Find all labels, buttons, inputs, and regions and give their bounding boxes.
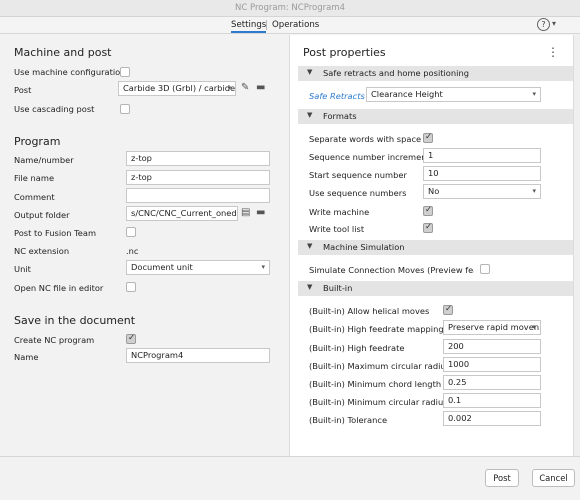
post-select[interactable]: Carbide 3D (Grbl) / carbide ▾ [118, 81, 236, 96]
sequence-increment-input[interactable]: 1 [423, 148, 541, 163]
section-title: Built-in [323, 283, 353, 293]
create-nc-program-label: Create NC program [14, 335, 95, 345]
tolerance-input[interactable]: 0.002 [443, 411, 541, 426]
create-nc-program-checkbox[interactable] [126, 333, 136, 344]
file-name-input[interactable]: z-top [126, 170, 270, 185]
start-sequence-label: Start sequence number [309, 170, 407, 180]
help-icon[interactable]: ? [537, 18, 550, 31]
safe-retracts-label: Safe Retracts [309, 91, 365, 101]
write-machine-checkbox[interactable] [423, 205, 433, 216]
output-folder-label: Output folder [14, 210, 70, 220]
machine-post-heading: Machine and post [14, 46, 112, 59]
footer: Post Cancel [0, 456, 580, 500]
use-sequence-value: No [428, 186, 440, 196]
post-properties-heading: Post properties [303, 46, 386, 59]
use-sequence-label: Use sequence numbers [309, 188, 407, 198]
helical-moves-checkbox[interactable] [443, 304, 453, 315]
collapse-triangle-icon: ▼ [307, 68, 313, 76]
section-title: Safe retracts and home positioning [323, 68, 469, 78]
window-title: NC Program: NCProgram4 [235, 3, 345, 13]
file-name-label: File name [14, 173, 55, 183]
section-title: Machine Simulation [323, 242, 405, 252]
use-cascading-post-checkbox[interactable] [120, 104, 130, 114]
tab-settings[interactable]: Settings [231, 20, 267, 33]
safe-retracts-select[interactable]: Clearance Height ▾ [366, 87, 541, 102]
program-name-input[interactable]: NCProgram4 [126, 348, 270, 363]
chevron-down-icon: ▾ [261, 263, 265, 271]
name-number-input[interactable]: z-top [126, 151, 270, 166]
safe-retracts-value: Clearance Height [371, 89, 443, 99]
comment-input[interactable] [126, 188, 270, 203]
name-number-label: Name/number [14, 155, 74, 165]
open-nc-editor-checkbox[interactable] [126, 282, 136, 292]
post-to-fusion-label: Post to Fusion Team [14, 228, 97, 238]
program-name-label: Name [14, 352, 39, 362]
save-document-heading: Save in the document [14, 314, 136, 327]
pencil-icon[interactable]: ✎ [241, 82, 249, 93]
nc-extension-label: NC extension [14, 246, 70, 256]
kebab-menu-icon[interactable]: ⋮ [547, 45, 559, 59]
tolerance-label: (Built-in) Tolerance [309, 415, 388, 425]
min-circular-radius-input[interactable]: 0.1 [443, 393, 541, 408]
section-formats[interactable]: ▼ Formats [298, 109, 573, 124]
chevron-down-icon: ▾ [227, 84, 231, 92]
collapse-triangle-icon: ▼ [307, 111, 313, 119]
chevron-down-icon: ▾ [532, 90, 536, 98]
max-circular-radius-label: (Built-in) Maximum circular radius [309, 361, 451, 371]
cancel-button[interactable]: Cancel [532, 469, 575, 487]
collapse-triangle-icon: ▼ [307, 283, 313, 291]
chevron-down-icon: ▾ [532, 323, 536, 331]
min-chord-length-label: (Built-in) Minimum chord length [309, 379, 442, 389]
high-feedrate-mapping-label: (Built-in) High feedrate mapping [309, 324, 444, 334]
sequence-increment-label: Sequence number increment [309, 152, 430, 162]
high-feedrate-label: (Built-in) High feedrate [309, 343, 405, 353]
separate-words-checkbox[interactable] [423, 132, 433, 143]
use-machine-config-label: Use machine configuration [14, 67, 126, 77]
write-tool-list-label: Write tool list [309, 224, 365, 234]
start-sequence-input[interactable]: 10 [423, 166, 541, 181]
simulate-moves-checkbox[interactable] [480, 264, 490, 274]
tab-operations[interactable]: Operations [272, 20, 319, 30]
section-built-in[interactable]: ▼ Built-in [298, 281, 573, 296]
folder-settings-icon[interactable]: ▤ [241, 207, 250, 218]
program-heading: Program [14, 135, 61, 148]
comment-label: Comment [14, 192, 55, 202]
use-sequence-select[interactable]: No ▾ [423, 184, 541, 199]
simulate-moves-label: Simulate Connection Moves (Preview featu… [309, 265, 474, 275]
section-machine-simulation[interactable]: ▼ Machine Simulation [298, 240, 573, 255]
tab-bar: Settings Operations ? ▾ [0, 17, 580, 34]
separate-words-label: Separate words with space [309, 134, 422, 144]
output-folder-input[interactable]: s/CNC/CNC_Current_onedrv [126, 206, 238, 221]
chevron-down-icon: ▾ [532, 187, 536, 195]
folder-icon[interactable]: ▬ [256, 82, 265, 93]
folder-icon[interactable]: ▬ [256, 207, 265, 218]
section-title: Formats [323, 111, 357, 121]
post-select-value: Carbide 3D (Grbl) / carbide [123, 83, 236, 93]
unit-select[interactable]: Document unit ▾ [126, 260, 270, 275]
use-machine-config-checkbox[interactable] [120, 67, 130, 77]
nc-extension-value: .nc [126, 246, 139, 256]
title-bar: NC Program: NCProgram4 [0, 0, 580, 17]
min-circular-radius-label: (Built-in) Minimum circular radius [309, 397, 448, 407]
collapse-triangle-icon: ▼ [307, 242, 313, 250]
post-to-fusion-checkbox[interactable] [126, 227, 136, 237]
high-feedrate-input[interactable]: 200 [443, 339, 541, 354]
chevron-down-icon[interactable]: ▾ [552, 19, 556, 28]
post-button[interactable]: Post [485, 469, 519, 487]
use-cascading-post-label: Use cascading post [14, 104, 95, 114]
write-tool-list-checkbox[interactable] [423, 222, 433, 233]
high-feedrate-mapping-select[interactable]: Preserve rapid moven ▾ [443, 320, 541, 335]
write-machine-label: Write machine [309, 207, 370, 217]
min-chord-length-input[interactable]: 0.25 [443, 375, 541, 390]
tab-divider [266, 20, 267, 30]
helical-moves-label: (Built-in) Allow helical moves [309, 306, 430, 316]
post-label: Post [14, 85, 32, 95]
open-nc-editor-label: Open NC file in editor [14, 283, 104, 293]
unit-label: Unit [14, 264, 31, 274]
high-feedrate-mapping-value: Preserve rapid moven [448, 322, 540, 332]
max-circular-radius-input[interactable]: 1000 [443, 357, 541, 372]
unit-select-value: Document unit [131, 262, 193, 272]
section-safe-retracts[interactable]: ▼ Safe retracts and home positioning [298, 66, 573, 81]
scrollbar[interactable] [573, 35, 580, 456]
